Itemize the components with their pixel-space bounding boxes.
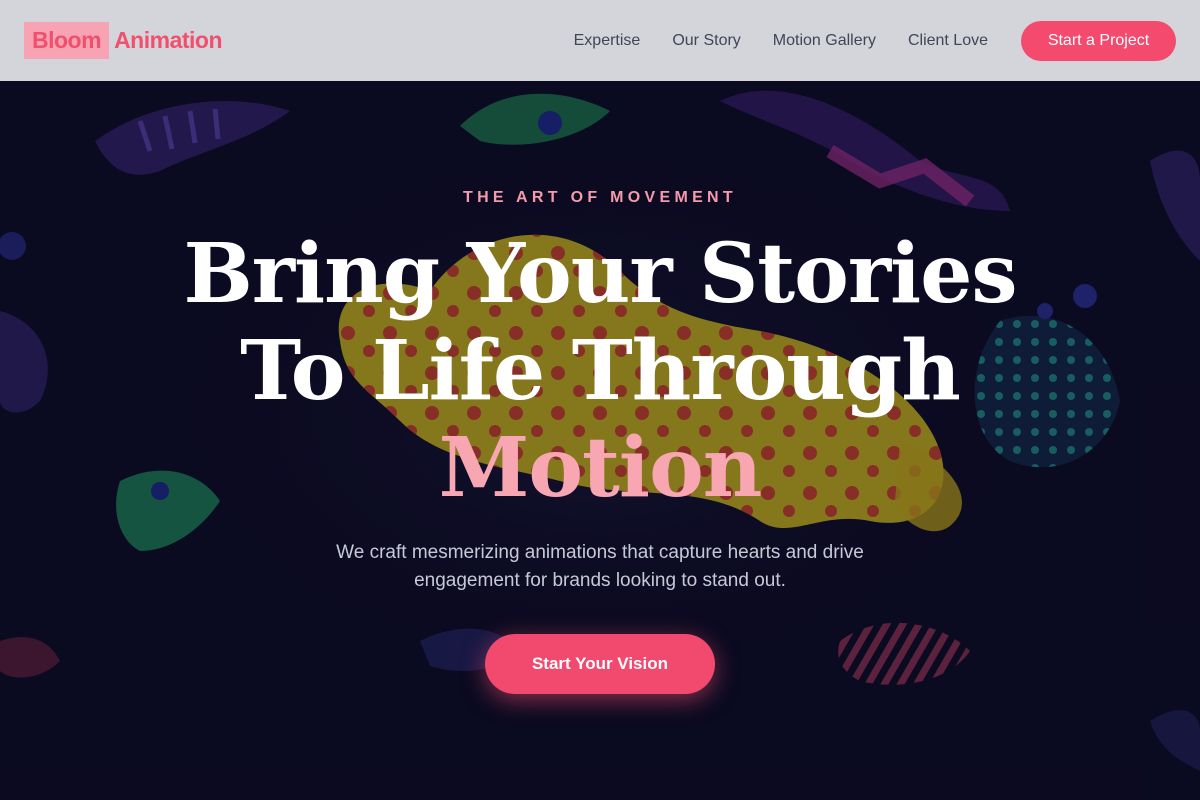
logo[interactable]: Bloom Animation — [24, 22, 223, 59]
logo-text: Animation — [114, 27, 223, 53]
hero-section: THE ART OF MOVEMENT Bring Your Stories T… — [0, 81, 1200, 800]
headline-accent: Motion — [438, 420, 763, 516]
headline-line-2: To Life Through — [240, 323, 961, 419]
nav-link-expertise[interactable]: Expertise — [574, 32, 641, 50]
hero-headline: Bring Your Stories To Life Through Motio… — [0, 226, 1200, 517]
logo-mark: Bloom — [24, 22, 110, 59]
nav-link-motion-gallery[interactable]: Motion Gallery — [773, 32, 876, 50]
hero-subtext: We craft mesmerizing animations that cap… — [336, 542, 864, 591]
start-project-button[interactable]: Start a Project — [1021, 20, 1176, 61]
hero-eyebrow: THE ART OF MOVEMENT — [463, 189, 737, 206]
start-vision-button[interactable]: Start Your Vision — [485, 634, 715, 694]
nav-link-client-love[interactable]: Client Love — [908, 32, 988, 50]
site-header: Bloom Animation Expertise Our Story Moti… — [0, 0, 1200, 81]
primary-nav: Expertise Our Story Motion Gallery Clien… — [574, 20, 1176, 61]
nav-link-our-story[interactable]: Our Story — [672, 32, 740, 50]
headline-line-1: Bring Your Stories — [183, 226, 1017, 322]
